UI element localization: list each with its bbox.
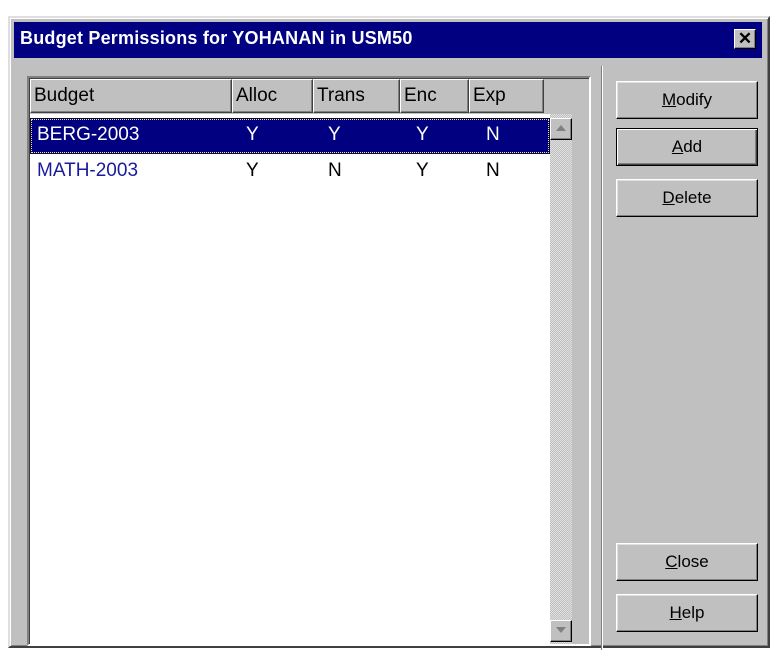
column-header-budget[interactable]: Budget <box>30 79 232 113</box>
cell-trans: N <box>328 160 342 181</box>
list-body: BERG-2003 Y Y Y N MATH-2003 Y N Y N <box>30 114 550 644</box>
vertical-scrollbar[interactable] <box>550 114 572 644</box>
permissions-list: Budget Alloc Trans Enc Exp BERG-2003 Y Y… <box>27 76 591 646</box>
cell-enc: Y <box>416 160 429 181</box>
cell-alloc: Y <box>246 160 259 181</box>
close-button[interactable]: Close <box>616 543 758 581</box>
table-row[interactable]: MATH-2003 Y N Y N <box>30 154 550 190</box>
column-header-exp[interactable]: Exp <box>469 79 544 113</box>
cell-budget: MATH-2003 <box>37 160 139 181</box>
cell-trans: Y <box>328 124 341 145</box>
title-bar: Budget Permissions for YOHANAN in USM50 … <box>14 22 762 58</box>
column-header-enc[interactable]: Enc <box>400 79 469 113</box>
triangle-down-icon <box>556 627 566 633</box>
budget-permissions-dialog: Budget Permissions for YOHANAN in USM50 … <box>8 16 770 650</box>
scroll-down-button[interactable] <box>550 620 572 642</box>
table-row[interactable]: BERG-2003 Y Y Y N <box>30 118 550 154</box>
add-button[interactable]: Add <box>616 128 758 166</box>
column-header-alloc[interactable]: Alloc <box>232 79 313 113</box>
separator <box>601 66 603 650</box>
cell-exp: N <box>486 124 500 145</box>
window-title: Budget Permissions for YOHANAN in USM50 <box>20 28 413 48</box>
scroll-up-button[interactable] <box>550 118 572 140</box>
modify-button[interactable]: Modify <box>616 81 758 119</box>
list-header: Budget Alloc Trans Enc Exp <box>30 79 550 113</box>
permissions-list-frame: Budget Alloc Trans Enc Exp BERG-2003 Y Y… <box>29 78 589 644</box>
cell-alloc: Y <box>246 124 259 145</box>
cell-enc: Y <box>416 124 429 145</box>
delete-button[interactable]: Delete <box>616 179 758 217</box>
column-header-trans[interactable]: Trans <box>313 79 400 113</box>
cell-budget: BERG-2003 <box>37 124 140 145</box>
close-icon[interactable]: ✕ <box>734 29 756 49</box>
triangle-up-icon <box>556 125 566 131</box>
help-button[interactable]: Help <box>616 594 758 632</box>
cell-exp: N <box>486 160 500 181</box>
